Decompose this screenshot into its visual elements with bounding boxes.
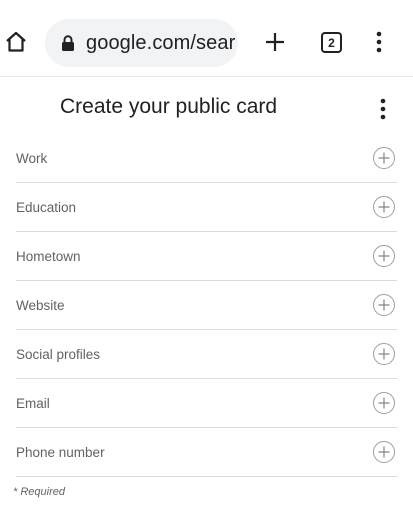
home-icon	[6, 31, 26, 52]
plus-icon	[266, 33, 284, 51]
field-label: Work	[16, 150, 48, 166]
add-circle-icon[interactable]	[372, 440, 396, 464]
field-label: Phone number	[16, 444, 105, 460]
browser-toolbar: google.com/sear 2	[0, 0, 413, 84]
field-label: Email	[16, 395, 50, 411]
field-label: Education	[16, 199, 77, 215]
field-row-hometown[interactable]: Hometown	[16, 232, 397, 281]
browser-menu-button[interactable]	[371, 30, 387, 54]
toolbar-divider	[0, 76, 413, 77]
add-circle-icon[interactable]	[372, 146, 396, 170]
field-row-website[interactable]: Website	[16, 281, 397, 330]
field-row-social-profiles[interactable]: Social profiles	[16, 330, 397, 379]
add-circle-icon[interactable]	[372, 342, 396, 366]
lock-icon	[62, 35, 74, 51]
field-row-work[interactable]: Work	[16, 134, 397, 183]
required-note: * Required	[13, 486, 65, 498]
field-label: Hometown	[16, 248, 81, 264]
field-label: Website	[16, 297, 65, 313]
home-button[interactable]	[4, 28, 28, 56]
card-menu-button[interactable]	[375, 96, 391, 122]
add-circle-icon[interactable]	[372, 195, 396, 219]
address-bar[interactable]: google.com/sear	[45, 19, 238, 67]
add-circle-icon[interactable]	[372, 391, 396, 415]
more-vert-icon	[380, 98, 386, 120]
field-row-education[interactable]: Education	[16, 183, 397, 232]
field-row-phone-number[interactable]: Phone number	[16, 428, 397, 477]
add-circle-icon[interactable]	[372, 244, 396, 268]
url-text: google.com/sear	[86, 31, 236, 54]
card-field-list: Work Education Hometown Website Social p…	[16, 134, 397, 477]
page-title: Create your public card	[60, 95, 278, 118]
add-circle-icon[interactable]	[372, 293, 396, 317]
more-vert-icon	[376, 31, 382, 53]
tab-switcher-button[interactable]: 2	[321, 32, 342, 53]
field-row-email[interactable]: Email	[16, 379, 397, 428]
field-label: Social profiles	[16, 346, 101, 362]
new-tab-button[interactable]	[263, 30, 287, 54]
